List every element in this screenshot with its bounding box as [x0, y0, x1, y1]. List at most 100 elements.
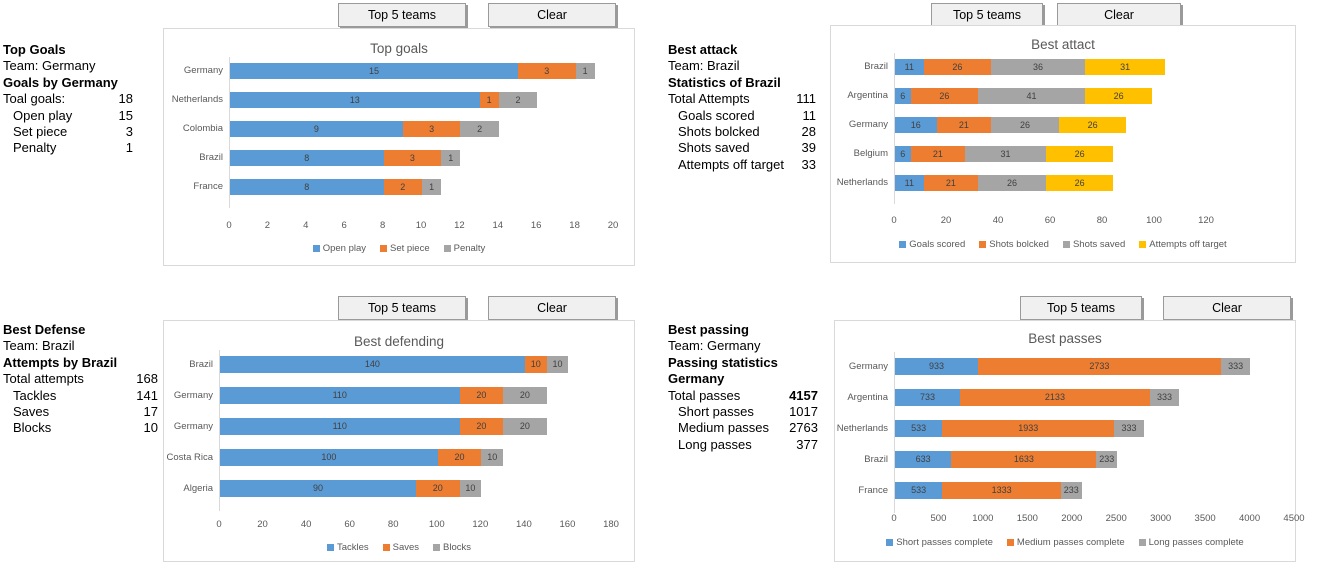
- bar-segment[interactable]: 20: [503, 387, 547, 404]
- bar-segment[interactable]: 6: [895, 146, 911, 162]
- bar-segment[interactable]: 3: [518, 63, 576, 79]
- bar-segment[interactable]: 1: [479, 92, 499, 108]
- bar-segment[interactable]: 1: [575, 63, 595, 79]
- bar-segment[interactable]: 3: [402, 121, 461, 137]
- bar-stack[interactable]: 90 20 10: [220, 480, 482, 497]
- top5-teams-button-top-right[interactable]: Top 5 teams: [931, 3, 1043, 27]
- legend-item[interactable]: Tackles: [326, 542, 369, 553]
- bar-segment[interactable]: 733: [895, 389, 961, 406]
- bar-segment[interactable]: 20: [416, 480, 460, 497]
- bar-stack[interactable]: 11 26 36 31: [895, 59, 1166, 75]
- legend-item[interactable]: Medium passes complete: [1006, 537, 1125, 548]
- legend-item[interactable]: Attempts off target: [1139, 239, 1227, 250]
- bar-segment[interactable]: 233: [1096, 451, 1118, 468]
- bar-segment[interactable]: 15: [230, 63, 518, 79]
- chart-best-passes[interactable]: Best passes Germany 933 2733 333 Argentina 733…: [834, 320, 1305, 562]
- bar-segment[interactable]: 9: [230, 121, 403, 137]
- bar-segment[interactable]: 26: [991, 117, 1059, 133]
- clear-button-bottom-right[interactable]: Clear: [1163, 296, 1291, 320]
- bar-stack[interactable]: 110 20 20: [220, 387, 547, 404]
- bar-segment[interactable]: 13: [230, 92, 480, 108]
- chart-best-attack[interactable]: Best attact Brazil 11 26 36 31 Argentina 6 26 41 2…: [830, 25, 1296, 263]
- bar-segment[interactable]: 533: [895, 420, 943, 437]
- bar-segment[interactable]: 20: [459, 418, 504, 435]
- clear-button-top-left[interactable]: Clear: [488, 3, 616, 27]
- bar-stack[interactable]: 11 21 26 26: [895, 175, 1114, 191]
- bar-segment[interactable]: 333: [1149, 389, 1180, 406]
- legend-item[interactable]: Saves: [382, 542, 419, 553]
- bar-segment[interactable]: 1: [421, 179, 442, 195]
- legend-item[interactable]: Shots bolcked: [979, 239, 1049, 250]
- chart-best-defending[interactable]: Best defending Brazil 140 10 10 Germany 110 20 2…: [163, 320, 635, 562]
- top5-teams-button-top-left[interactable]: Top 5 teams: [338, 3, 466, 27]
- legend-item[interactable]: Shots saved: [1062, 239, 1125, 250]
- bar-stack[interactable]: 821: [230, 179, 442, 195]
- bar-segment[interactable]: 20: [459, 387, 504, 404]
- legend-item[interactable]: Blocks: [433, 542, 471, 553]
- bar-segment[interactable]: 31: [1084, 59, 1166, 75]
- bar-segment[interactable]: 21: [910, 146, 966, 162]
- bar-segment[interactable]: 11: [895, 59, 924, 75]
- legend-item[interactable]: Goals scored: [899, 239, 965, 250]
- top5-teams-button-bottom-right[interactable]: Top 5 teams: [1020, 296, 1142, 320]
- bar-segment[interactable]: 110: [220, 418, 460, 435]
- bar-segment[interactable]: 20: [503, 418, 547, 435]
- bar-segment[interactable]: 533: [895, 482, 943, 499]
- bar-segment[interactable]: 140: [220, 356, 525, 373]
- bar-stack[interactable]: 533 1933 333: [895, 420, 1144, 437]
- chart-top-goals[interactable]: Top goals Germany 15 3 1 Netherlands 13 1 2 Colom…: [163, 28, 635, 266]
- bar-segment[interactable]: 21: [936, 117, 992, 133]
- bar-segment[interactable]: 1633: [951, 451, 1097, 468]
- bar-segment[interactable]: 100: [220, 449, 438, 466]
- bar-segment[interactable]: 333: [1114, 420, 1144, 437]
- bar-segment[interactable]: 233: [1060, 482, 1082, 499]
- legend-item[interactable]: Short passes complete: [886, 537, 993, 548]
- bar-segment[interactable]: 20: [437, 449, 482, 466]
- bar-stack[interactable]: 533 1333 233: [895, 482, 1082, 499]
- bar-segment[interactable]: 26: [910, 88, 979, 104]
- bar-stack[interactable]: 633 1633 233: [895, 451, 1118, 468]
- bar-segment[interactable]: 110: [220, 387, 460, 404]
- bar-segment[interactable]: 8: [230, 179, 384, 195]
- bar-segment[interactable]: 10: [481, 449, 504, 466]
- bar-stack[interactable]: 140 10 10: [220, 356, 569, 373]
- bar-segment[interactable]: 2: [383, 179, 422, 195]
- bar-segment[interactable]: 3: [383, 150, 442, 166]
- bar-segment[interactable]: 2133: [960, 389, 1150, 406]
- bar-stack[interactable]: 933 2733 333: [895, 358, 1251, 375]
- bar-stack[interactable]: 6 26 41 26: [895, 88, 1153, 104]
- bar-stack[interactable]: 733 2133 333: [895, 389, 1180, 406]
- bar-stack[interactable]: 100 20 10: [220, 449, 504, 466]
- legend-item[interactable]: Penalty: [443, 243, 485, 254]
- bar-segment[interactable]: 2: [498, 92, 538, 108]
- bar-segment[interactable]: 633: [895, 451, 952, 468]
- bar-stack[interactable]: 16 21 26 26: [895, 117, 1127, 133]
- bar-segment[interactable]: 41: [978, 88, 1085, 104]
- bar-stack[interactable]: 6 21 31 26: [895, 146, 1114, 162]
- bar-segment[interactable]: 26: [1045, 146, 1114, 162]
- bar-stack[interactable]: 932: [230, 121, 499, 137]
- bar-segment[interactable]: 26: [923, 59, 992, 75]
- bar-segment[interactable]: 26: [1045, 175, 1114, 191]
- bar-segment[interactable]: 1333: [942, 482, 1061, 499]
- legend-item[interactable]: Set piece: [380, 243, 430, 254]
- bar-segment[interactable]: 11: [895, 175, 924, 191]
- legend-item[interactable]: Long passes complete: [1138, 537, 1244, 548]
- bar-segment[interactable]: 933: [895, 358, 978, 375]
- bar-segment[interactable]: 31: [965, 146, 1046, 162]
- clear-button-top-right[interactable]: Clear: [1057, 3, 1181, 27]
- bar-segment[interactable]: 6: [895, 88, 911, 104]
- bar-segment[interactable]: 21: [923, 175, 979, 191]
- bar-segment[interactable]: 333: [1220, 358, 1251, 375]
- bar-segment[interactable]: 1933: [942, 420, 1115, 437]
- bar-segment[interactable]: 10: [524, 356, 547, 373]
- bar-segment[interactable]: 26: [978, 175, 1046, 191]
- clear-button-bottom-left[interactable]: Clear: [488, 296, 616, 320]
- bar-segment[interactable]: 16: [895, 117, 937, 133]
- top5-teams-button-bottom-left[interactable]: Top 5 teams: [338, 296, 466, 320]
- bar-segment[interactable]: 26: [1084, 88, 1153, 104]
- bar-stack[interactable]: 831: [230, 150, 461, 166]
- legend-item[interactable]: Open play: [312, 243, 366, 254]
- bar-segment[interactable]: 10: [459, 480, 482, 497]
- bar-stack[interactable]: 110 20 20: [220, 418, 547, 435]
